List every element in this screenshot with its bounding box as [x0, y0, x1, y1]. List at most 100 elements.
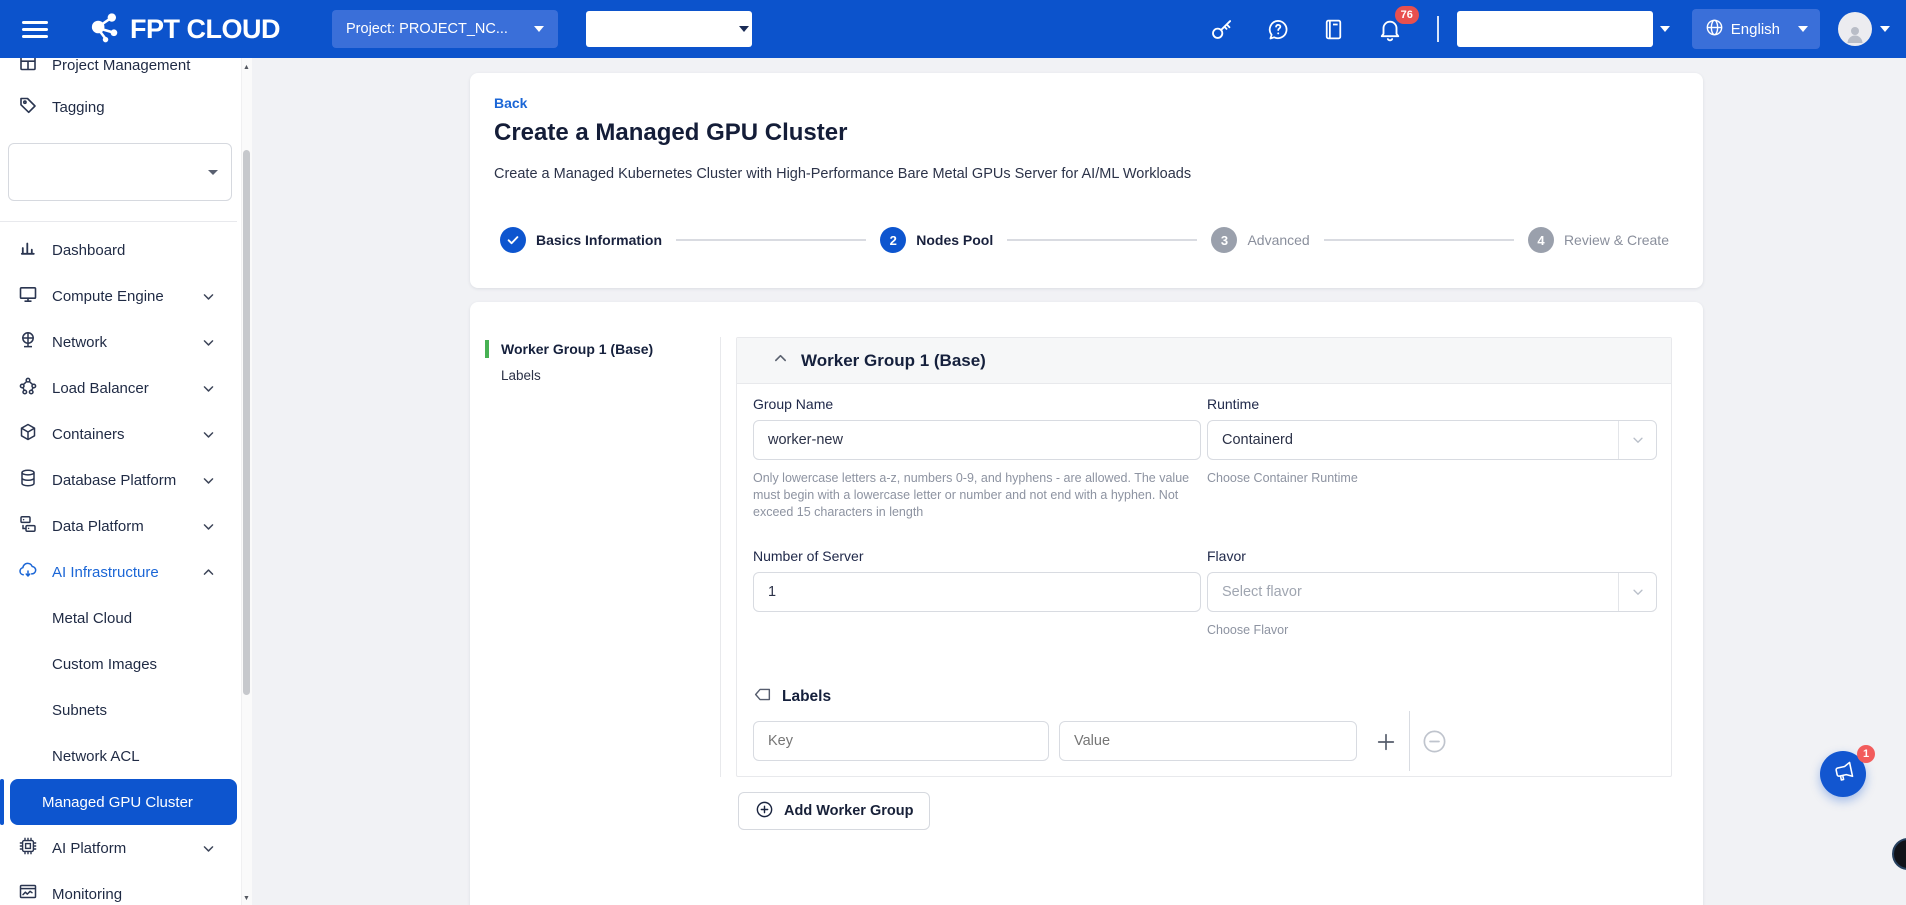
- caret-down-icon: [1660, 26, 1670, 32]
- page-subtitle: Create a Managed Kubernetes Cluster with…: [494, 166, 1191, 182]
- sidebar-item-label: Managed GPU Cluster: [42, 794, 193, 811]
- sidebar-item-label: Monitoring: [52, 886, 122, 903]
- step-basics-information[interactable]: Basics Information: [500, 227, 662, 253]
- sidebar-item-ai-infrastructure[interactable]: AI Infrastructure: [0, 549, 237, 595]
- help-support-icon[interactable]: [1265, 16, 1291, 42]
- sidebar-item-label: AI Platform: [52, 840, 126, 857]
- step-connector: [1324, 239, 1514, 241]
- navbar-secondary-select[interactable]: [1457, 11, 1653, 47]
- scroll-up-arrow-icon[interactable]: ▲: [242, 64, 251, 71]
- sidebar-item-database-platform[interactable]: Database Platform: [0, 457, 237, 503]
- worker-group-panel-header[interactable]: Worker Group 1 (Base): [737, 338, 1671, 384]
- app-root: FPT CLOUD Project: PROJECT_NC...: [0, 0, 1906, 905]
- caret-down-icon[interactable]: [1880, 26, 1890, 32]
- flavor-label: Flavor: [1207, 548, 1246, 564]
- notifications-bell[interactable]: 76: [1377, 16, 1403, 42]
- language-label: English: [1731, 21, 1780, 38]
- molecule-logo-icon: [84, 6, 126, 53]
- sidebar-vpc-select[interactable]: [8, 143, 232, 201]
- sidebar-item-ai-platform[interactable]: AI Platform: [0, 825, 237, 871]
- announcements-fab[interactable]: 1: [1820, 751, 1866, 797]
- sidebar-item-label: Custom Images: [52, 656, 157, 673]
- label-tag-icon: [753, 685, 772, 709]
- step-advanced[interactable]: 3 Advanced: [1211, 227, 1309, 253]
- sidebar-subitem-managed-gpu-cluster[interactable]: Managed GPU Cluster: [10, 779, 237, 825]
- worker-group-panel-body: Group Name Only lowercase letters a-z, n…: [737, 384, 1671, 776]
- monitor-icon: [18, 284, 38, 308]
- scroll-down-arrow-icon[interactable]: ▼: [242, 895, 251, 902]
- group-name-helper: Only lowercase letters a-z, numbers 0-9,…: [753, 470, 1205, 521]
- sidebar-item-label: Data Platform: [52, 518, 144, 535]
- sidebar-item-network[interactable]: Network: [0, 319, 237, 365]
- cube-icon: [18, 422, 38, 446]
- caret-down-icon: [739, 26, 749, 32]
- chat-widget-button[interactable]: [1892, 838, 1906, 870]
- notification-count-badge: 76: [1395, 6, 1419, 24]
- announcement-count-badge: 1: [1857, 745, 1875, 763]
- flavor-select[interactable]: Select flavor: [1207, 572, 1657, 612]
- caret-down-icon: [208, 170, 218, 175]
- documentation-icon[interactable]: [1321, 16, 1347, 42]
- labels-section-title: Labels: [782, 688, 831, 706]
- sidebar-subitem-metal-cloud[interactable]: Metal Cloud: [0, 595, 237, 641]
- sidebar-item-load-balancer[interactable]: Load Balancer: [0, 365, 237, 411]
- sidebar-subitem-subnets[interactable]: Subnets: [0, 687, 237, 733]
- worker-group-nav-item[interactable]: Worker Group 1 (Base): [485, 340, 653, 358]
- sidebar-item-label: Network: [52, 334, 107, 351]
- sidebar-item-monitoring[interactable]: Monitoring: [0, 871, 237, 905]
- step-number: 4: [1528, 227, 1554, 253]
- sidebar: Project Management Tagging Dashboard: [0, 58, 252, 905]
- chevron-down-icon: [202, 520, 215, 537]
- sidebar-item-tagging[interactable]: Tagging: [0, 84, 237, 130]
- add-label-button[interactable]: [1373, 729, 1399, 755]
- sidebar-item-label: Compute Engine: [52, 288, 164, 305]
- sidebar-scrollbar[interactable]: ▲ ▼: [241, 58, 252, 905]
- brand-text: FPT CLOUD: [130, 14, 280, 45]
- label-key-input[interactable]: [753, 721, 1049, 761]
- back-link[interactable]: Back: [494, 95, 527, 111]
- sidebar-item-label: Containers: [52, 426, 125, 443]
- group-name-input[interactable]: [753, 420, 1201, 460]
- flavor-placeholder: Select flavor: [1222, 584, 1302, 600]
- remove-label-button[interactable]: [1421, 728, 1448, 755]
- label-actions-divider: [1409, 711, 1410, 771]
- chevron-down-icon: [1618, 573, 1656, 611]
- tag-icon: [18, 95, 38, 119]
- sidebar-item-compute-engine[interactable]: Compute Engine: [0, 273, 237, 319]
- globe-icon: [1704, 17, 1725, 42]
- runtime-label: Runtime: [1207, 396, 1259, 412]
- globe-stand-icon: [18, 330, 38, 354]
- number-of-server-input[interactable]: [753, 572, 1201, 612]
- sidebar-item-dashboard[interactable]: Dashboard: [0, 227, 237, 273]
- hamburger-menu-icon[interactable]: [22, 17, 48, 42]
- step-label: Advanced: [1247, 232, 1309, 248]
- sidebar-item-label: Metal Cloud: [52, 610, 132, 627]
- chevron-down-icon: [202, 382, 215, 399]
- sidebar-subitem-custom-images[interactable]: Custom Images: [0, 641, 237, 687]
- step-label: Nodes Pool: [916, 232, 993, 248]
- runtime-select[interactable]: Containerd: [1207, 420, 1657, 460]
- step-nodes-pool[interactable]: 2 Nodes Pool: [880, 227, 993, 253]
- language-selector[interactable]: English: [1692, 9, 1820, 49]
- labels-nav-item[interactable]: Labels: [501, 368, 541, 383]
- sidebar-subitem-network-acl[interactable]: Network ACL: [0, 733, 237, 779]
- sidebar-item-label: Project Management: [52, 58, 190, 74]
- step-review-create[interactable]: 4 Review & Create: [1528, 227, 1669, 253]
- chevron-down-icon: [202, 336, 215, 353]
- top-navbar: FPT CLOUD Project: PROJECT_NC...: [0, 0, 1906, 58]
- navbar-primary-select[interactable]: [586, 11, 752, 47]
- step-label: Basics Information: [536, 232, 662, 248]
- scrollbar-thumb[interactable]: [243, 150, 250, 695]
- label-value-input[interactable]: [1059, 721, 1357, 761]
- project-selector-dropdown[interactable]: Project: PROJECT_NC...: [332, 10, 558, 48]
- sidebar-item-label: Subnets: [52, 702, 107, 719]
- add-worker-group-button[interactable]: Add Worker Group: [738, 792, 930, 830]
- api-key-icon[interactable]: [1209, 16, 1235, 42]
- fpt-cloud-logo[interactable]: FPT CLOUD: [84, 6, 280, 53]
- sidebar-item-containers[interactable]: Containers: [0, 411, 237, 457]
- collapse-chevron-icon[interactable]: [773, 351, 788, 371]
- add-worker-group-label: Add Worker Group: [784, 803, 913, 819]
- sidebar-item-data-platform[interactable]: Data Platform: [0, 503, 237, 549]
- active-item-indicator: [0, 779, 4, 825]
- user-avatar[interactable]: [1838, 12, 1872, 46]
